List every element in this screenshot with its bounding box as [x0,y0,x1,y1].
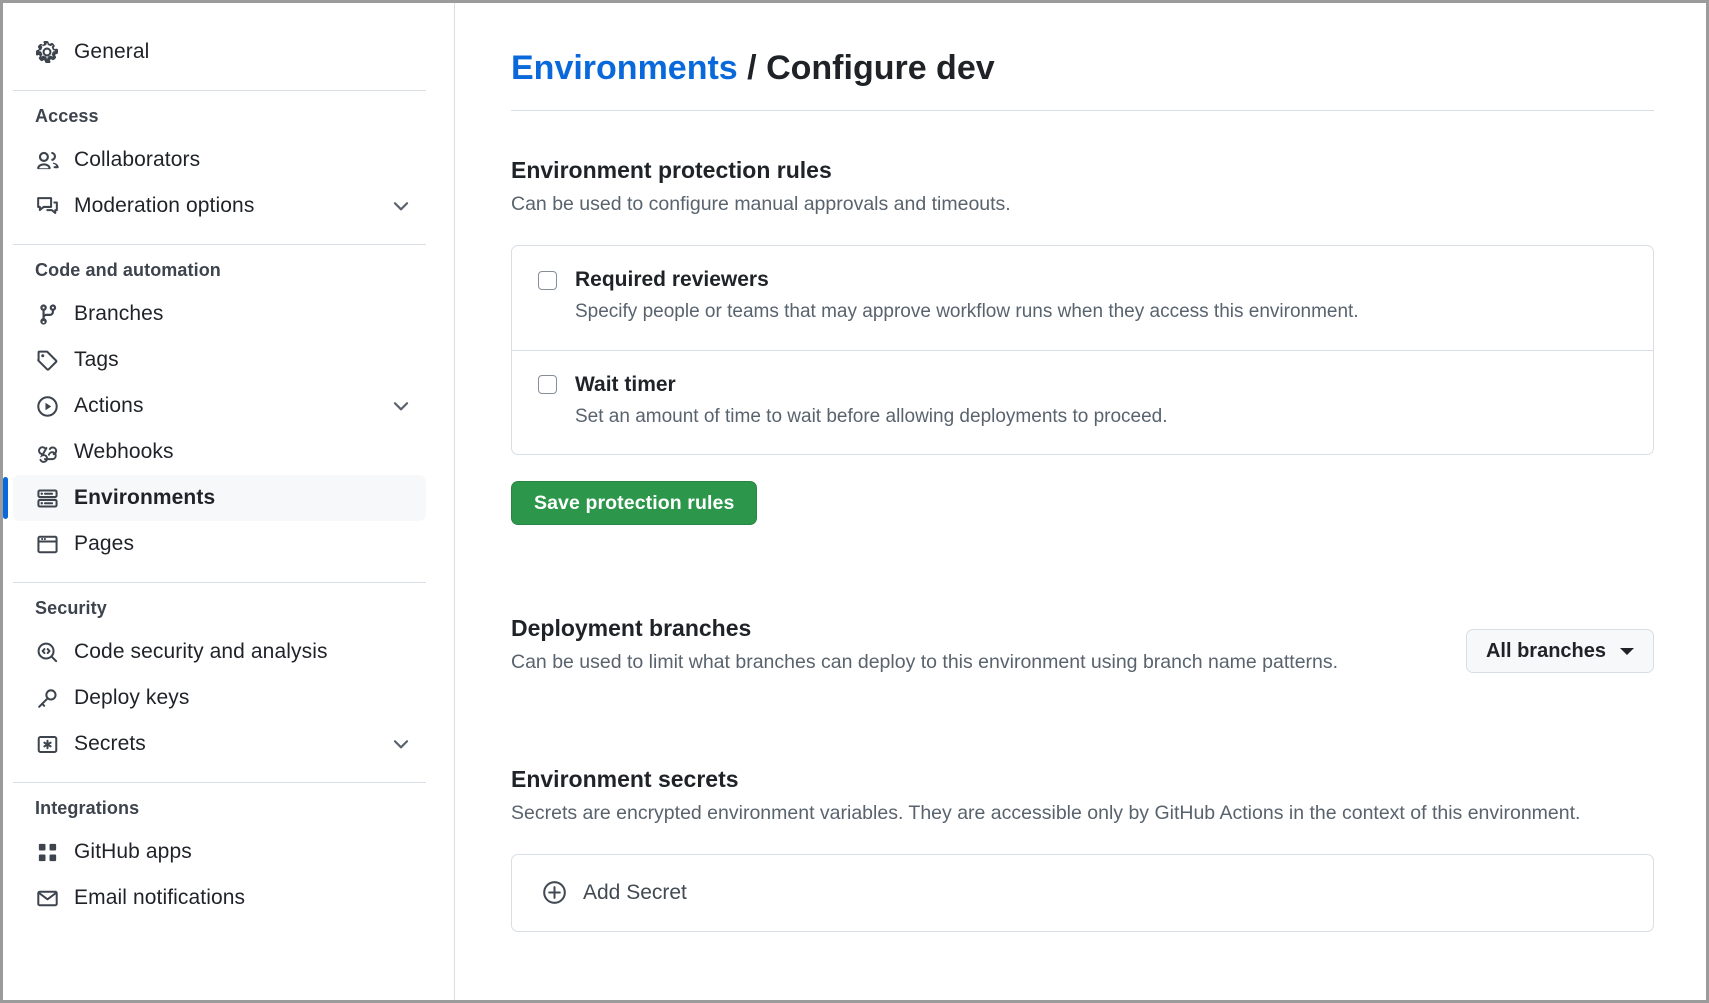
sidebar-item-label: Webhooks [74,440,174,464]
deployment-branches-row: Deployment branches Can be used to limit… [511,613,1654,677]
sidebar-item-webhooks[interactable]: Webhooks [13,429,426,475]
add-secret-button[interactable]: Add Secret [542,880,687,905]
chevron-down-icon [1620,648,1634,655]
wait-timer-description: Set an amount of time to wait before all… [575,403,1627,431]
wait-timer-checkbox[interactable] [538,375,557,394]
rule-head: Required reviewers [538,268,1627,292]
protection-rules-heading: Environment protection rules [511,155,1654,186]
sidebar-group-title-code-and-automation: Code and automation [13,260,426,291]
sidebar-divider [13,244,426,245]
sidebar-item-label: Email notifications [74,886,245,910]
wait-timer-label: Wait timer [575,373,676,397]
sidebar-group-title-integrations: Integrations [13,798,426,829]
environment-secrets-heading: Environment secrets [511,764,1654,795]
save-protection-rules-button[interactable]: Save protection rules [511,481,757,525]
breadcrumb-separator: / [747,49,756,87]
sidebar-divider [13,782,426,783]
sidebar-nav-list: General Access Collaborators Moderation opt… [13,29,426,921]
sidebar-item-label: Environments [74,486,215,510]
sidebar-item-label: Collaborators [74,148,200,172]
sidebar-item-label: Pages [74,532,134,556]
play-icon [35,394,59,418]
settings-sidebar: General Access Collaborators Moderation opt… [3,3,455,1000]
breadcrumb-current: Configure dev [766,49,995,87]
sidebar-divider [13,90,426,91]
sidebar-item-moderation-options[interactable]: Moderation options [13,183,426,229]
protection-rules-box: Required reviewers Specify people or tea… [511,245,1654,455]
browser-icon [35,532,59,556]
comment-discussion-icon [35,194,59,218]
sidebar-item-label: Branches [74,302,164,326]
apps-grid-icon [35,840,59,864]
deployment-branches-dropdown[interactable]: All branches [1466,629,1654,673]
deployment-branches-heading: Deployment branches [511,613,1436,644]
mail-icon [35,886,59,910]
sidebar-item-label: GitHub apps [74,840,192,864]
rule-row-required-reviewers[interactable]: Required reviewers Specify people or tea… [512,246,1653,350]
required-reviewers-label: Required reviewers [575,268,769,292]
environment-secrets-box: Add Secret [511,854,1654,932]
sidebar-item-actions[interactable]: Actions [13,383,426,429]
deployment-branches-dropdown-value: All branches [1486,640,1606,663]
webhook-icon [35,440,59,464]
chevron-down-icon[interactable] [390,195,412,217]
sidebar-item-general[interactable]: General [13,29,426,75]
environment-secrets-subtitle: Secrets are encrypted environment variab… [511,799,1654,828]
page-title: Environments / Configure dev [511,48,1654,111]
gear-icon [35,40,59,64]
sidebar-item-label: Tags [74,348,119,372]
deployment-branches-text: Deployment branches Can be used to limit… [511,613,1436,677]
sidebar-item-secrets[interactable]: Secrets [13,721,426,767]
environment-protection-rules-section: Environment protection rules Can be used… [511,155,1654,525]
chevron-down-icon[interactable] [390,733,412,755]
sidebar-item-label: Code security and analysis [74,640,328,664]
sidebar-item-label: Deploy keys [74,686,189,710]
rule-head: Wait timer [538,373,1627,397]
sidebar-item-branches[interactable]: Branches [13,291,426,337]
environment-secrets-section: Environment secrets Secrets are encrypte… [511,764,1654,932]
sidebar-item-label: Moderation options [74,194,254,218]
sidebar-item-github-apps[interactable]: GitHub apps [13,829,426,875]
required-reviewers-checkbox[interactable] [538,271,557,290]
deployment-branches-subtitle: Can be used to limit what branches can d… [511,648,1436,677]
people-icon [35,148,59,172]
git-branch-icon [35,302,59,326]
main-content: Environments / Configure dev Environment… [455,3,1706,1000]
sidebar-item-code-security-and-analysis[interactable]: Code security and analysis [13,629,426,675]
sidebar-group-title-access: Access [13,106,426,137]
breadcrumb-environments-link[interactable]: Environments [511,49,738,87]
codescan-icon [35,640,59,664]
sidebar-item-pages[interactable]: Pages [13,521,426,567]
chevron-down-icon[interactable] [390,395,412,417]
sidebar-item-label: General [74,40,149,64]
rule-row-wait-timer[interactable]: Wait timer Set an amount of time to wait… [512,350,1653,455]
sidebar-item-label: Secrets [74,732,146,756]
tag-icon [35,348,59,372]
required-reviewers-description: Specify people or teams that may approve… [575,298,1627,326]
server-icon [35,486,59,510]
deployment-branches-section: Deployment branches Can be used to limit… [511,613,1654,677]
sidebar-divider [13,582,426,583]
sidebar-group-title-security: Security [13,598,426,629]
sidebar-item-deploy-keys[interactable]: Deploy keys [13,675,426,721]
add-secret-label: Add Secret [583,881,687,905]
sidebar-item-tags[interactable]: Tags [13,337,426,383]
key-icon [35,686,59,710]
settings-page: General Access Collaborators Moderation opt… [0,0,1709,1003]
sidebar-item-email-notifications[interactable]: Email notifications [13,875,426,921]
plus-circle-icon [542,880,567,905]
sidebar-item-collaborators[interactable]: Collaborators [13,137,426,183]
asterisk-box-icon [35,732,59,756]
protection-rules-subtitle: Can be used to configure manual approval… [511,190,1654,219]
sidebar-item-label: Actions [74,394,144,418]
sidebar-item-environments[interactable]: Environments [13,475,426,521]
